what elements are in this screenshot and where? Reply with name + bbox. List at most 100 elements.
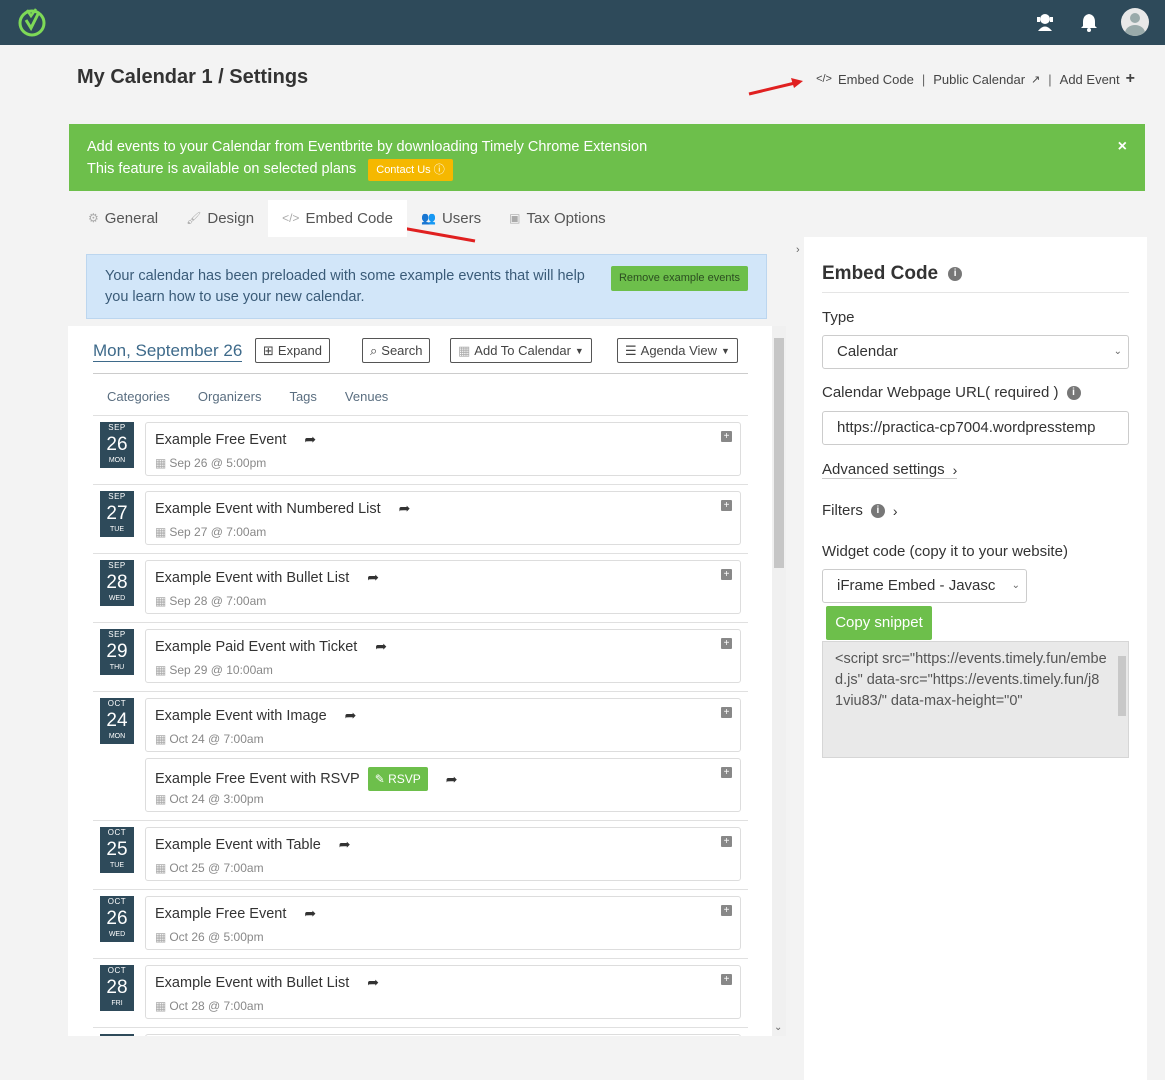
event-title[interactable]: Example Free Event bbox=[155, 906, 286, 922]
day-group: SEP 27 TUE Example Event with Numbered List… bbox=[93, 485, 748, 554]
expand-event-icon[interactable]: + bbox=[721, 638, 732, 649]
expand-event-icon[interactable]: + bbox=[721, 569, 732, 580]
view-dropdown[interactable]: ☰ Agenda View ▼ bbox=[617, 338, 738, 363]
bell-icon[interactable] bbox=[1077, 10, 1101, 34]
event-cards: Example Free Event with RSVP✎ RSVP➦▦+ bbox=[145, 1028, 748, 1036]
calendar-icon: ▦ bbox=[155, 663, 167, 677]
add-to-calendar-label: Add To Calendar bbox=[474, 343, 571, 358]
event-title[interactable]: Example Free Event with RSVP bbox=[155, 771, 360, 787]
plus-icon[interactable]: + bbox=[1126, 70, 1135, 88]
event-title[interactable]: Example Event with Bullet List bbox=[155, 975, 349, 991]
embed-code-text: <script src="https://events.timely.fun/e… bbox=[835, 651, 1107, 709]
event-cards: Example Event with Numbered List ➦ ▦ Sep 27… bbox=[145, 485, 748, 553]
filter-organizers[interactable]: Organizers bbox=[198, 389, 262, 404]
event-title[interactable]: Example Free Event bbox=[155, 432, 286, 448]
event-title-row: Example Event with Bullet List ➦ bbox=[155, 974, 379, 991]
event-title[interactable]: Example Paid Event with Ticket bbox=[155, 639, 357, 655]
event-title[interactable]: Example Event with Table bbox=[155, 837, 321, 853]
share-icon[interactable]: ➦ bbox=[345, 707, 357, 724]
day-group: SEP 26 MON Example Free Event ➦ ▦ Sep 26 @ 5:0… bbox=[93, 416, 748, 485]
public-calendar-link[interactable]: Public Calendar bbox=[933, 72, 1025, 87]
remove-examples-button[interactable]: Remove example events bbox=[610, 266, 748, 291]
expand-button[interactable]: ⊞ Expand bbox=[255, 338, 330, 363]
share-icon[interactable]: ➦ bbox=[375, 638, 387, 655]
tab-users[interactable]: 👥 Users bbox=[407, 200, 495, 237]
embed-code-link[interactable]: Embed Code bbox=[838, 72, 914, 87]
date-badge-day: 24 bbox=[106, 710, 128, 731]
expand-event-icon[interactable]: + bbox=[721, 836, 732, 847]
event-time-text: Sep 27 @ 7:00am bbox=[169, 525, 267, 539]
rsvp-badge[interactable]: ✎ RSVP bbox=[367, 767, 428, 791]
event-card[interactable]: Example Event with Table ➦ ▦ Oct 25 @ 7:00a… bbox=[145, 827, 741, 881]
event-card[interactable]: Example Event with Numbered List ➦ ▦ Sep 27… bbox=[145, 491, 741, 545]
chevron-right-icon: › bbox=[892, 502, 898, 519]
event-cards: Example Event with Bullet List ➦ ▦ Oct 28 @… bbox=[145, 959, 748, 1027]
expand-event-icon[interactable]: + bbox=[721, 974, 732, 985]
date-column: SEP 29 THU bbox=[93, 623, 145, 691]
filter-venues[interactable]: Venues bbox=[345, 389, 388, 404]
event-card[interactable]: Example Free Event with RSVP✎ RSVP➦▦+ bbox=[145, 1034, 741, 1036]
url-input[interactable]: https://practica-cp7004.wordpresstemp bbox=[822, 411, 1129, 445]
current-date[interactable]: Mon, September 26 bbox=[93, 341, 243, 362]
expand-event-icon[interactable]: + bbox=[721, 707, 732, 718]
embed-code-textarea[interactable]: <script src="https://events.timely.fun/e… bbox=[822, 641, 1129, 758]
event-title[interactable]: Example Event with Bullet List bbox=[155, 570, 349, 586]
event-cards: Example Paid Event with Ticket ➦ ▦ Sep 29 @… bbox=[145, 623, 748, 691]
tab-tax-options[interactable]: ▣ Tax Options bbox=[495, 200, 620, 237]
day-group: SEP 28 WED Example Event with Bullet List ➦ ▦… bbox=[93, 554, 748, 623]
tab-embed-code[interactable]: </> Embed Code bbox=[268, 200, 407, 237]
date-badge-day: 28 bbox=[106, 572, 128, 593]
share-icon[interactable]: ➦ bbox=[446, 771, 458, 788]
filter-tags[interactable]: Tags bbox=[289, 389, 316, 404]
advanced-settings-link[interactable]: Advanced settings › bbox=[822, 461, 958, 479]
info-icon[interactable]: i bbox=[1066, 385, 1081, 400]
scroll-down-icon[interactable]: ⌄ bbox=[774, 1022, 782, 1033]
filter-categories[interactable]: Categories bbox=[107, 389, 170, 404]
info-icon[interactable]: i bbox=[870, 503, 885, 518]
share-icon[interactable]: ➦ bbox=[304, 431, 316, 448]
code-scroll-thumb[interactable] bbox=[1118, 656, 1126, 716]
event-card[interactable]: Example Free Event with RSVP ✎ RSVP ➦ ▦ Oct … bbox=[145, 758, 741, 812]
calendar-scroll-thumb[interactable] bbox=[774, 338, 784, 568]
support-icon[interactable] bbox=[1033, 10, 1057, 34]
contact-us-button[interactable]: Contact Us ⓘ bbox=[368, 159, 453, 181]
share-icon[interactable]: ➦ bbox=[304, 905, 316, 922]
share-icon[interactable]: ➦ bbox=[367, 569, 379, 586]
tab-general[interactable]: ⚙ General bbox=[74, 200, 172, 237]
expand-event-icon[interactable]: + bbox=[721, 500, 732, 511]
date-badge: SEP 27 TUE bbox=[100, 491, 134, 537]
event-card[interactable]: Example Free Event ➦ ▦ Sep 26 @ 5:00pm + bbox=[145, 422, 741, 476]
event-card[interactable]: Example Event with Image ➦ ▦ Oct 24 @ 7:00a… bbox=[145, 698, 741, 752]
widget-type-select[interactable]: iFrame Embed - Javasc ⌄ bbox=[822, 569, 1027, 603]
event-title[interactable]: Example Event with Image bbox=[155, 708, 327, 724]
share-icon[interactable]: ➦ bbox=[399, 500, 411, 517]
event-card[interactable]: Example Free Event ➦ ▦ Oct 26 @ 5:00pm + bbox=[145, 896, 741, 950]
event-card[interactable]: Example Event with Bullet List ➦ ▦ Sep 28 @… bbox=[145, 560, 741, 614]
logo-icon[interactable] bbox=[17, 7, 47, 37]
day-group: NOV24THU Example Free Event with RSVP✎ RS… bbox=[93, 1028, 748, 1036]
type-select[interactable]: Calendar ⌄ bbox=[822, 335, 1129, 369]
expand-event-icon[interactable]: + bbox=[721, 431, 732, 442]
info-icon[interactable]: i bbox=[948, 267, 963, 281]
rsvp-label: RSVP bbox=[388, 772, 421, 786]
event-card[interactable]: Example Paid Event with Ticket ➦ ▦ Sep 29 @… bbox=[145, 629, 741, 683]
chevron-right-icon: › bbox=[952, 461, 958, 478]
date-badge-dow: FRI bbox=[100, 999, 134, 1009]
add-to-calendar-button[interactable]: ▦ Add To Calendar ▼ bbox=[450, 338, 592, 363]
close-icon[interactable]: × bbox=[1118, 136, 1127, 158]
collapse-panel-icon[interactable]: › bbox=[796, 244, 800, 256]
share-icon[interactable]: ➦ bbox=[339, 836, 351, 853]
copy-snippet-button[interactable]: Copy snippet bbox=[826, 606, 932, 640]
event-card[interactable]: Example Event with Bullet List ➦ ▦ Oct 28 @… bbox=[145, 965, 741, 1019]
expand-event-icon[interactable]: + bbox=[721, 767, 732, 778]
tab-design[interactable]: 🖌 Design bbox=[172, 200, 268, 237]
event-title[interactable]: Example Event with Numbered List bbox=[155, 501, 381, 517]
filters-link[interactable]: Filters i › bbox=[822, 502, 898, 519]
share-icon[interactable]: ➦ bbox=[367, 974, 379, 991]
avatar[interactable] bbox=[1121, 8, 1149, 36]
calendar-icon: ▦ bbox=[155, 999, 167, 1013]
date-column: OCT 24 MON bbox=[93, 692, 145, 820]
expand-event-icon[interactable]: + bbox=[721, 905, 732, 916]
search-button[interactable]: ⌕ Search bbox=[362, 338, 431, 363]
add-event-link[interactable]: Add Event bbox=[1060, 72, 1120, 87]
